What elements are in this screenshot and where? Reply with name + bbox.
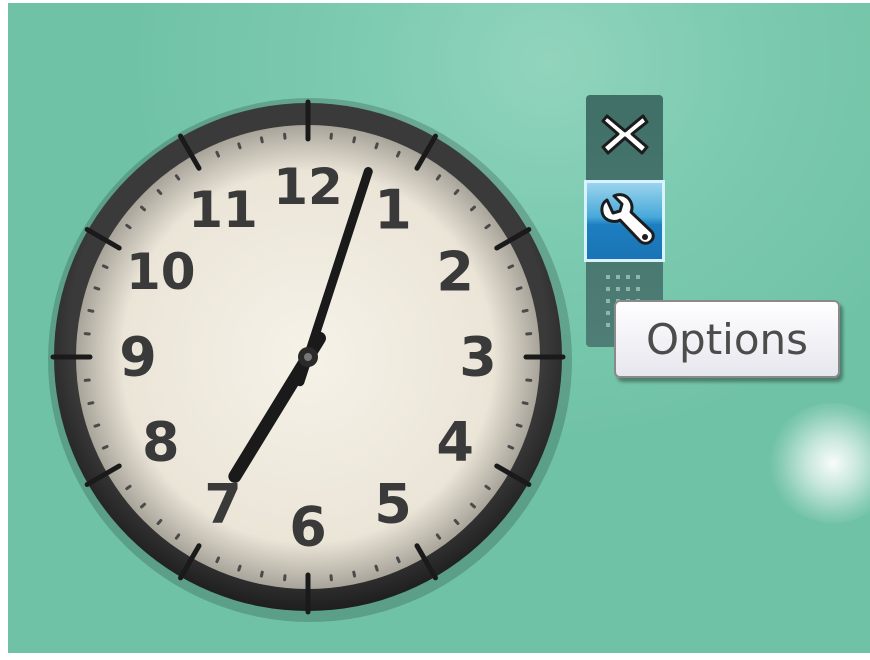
minute-tick: [156, 189, 163, 196]
minute-tick: [156, 518, 163, 525]
minute-tick: [125, 484, 132, 491]
drag-dot: [606, 275, 610, 279]
clock-numeral-1: 1: [374, 178, 412, 241]
minute-tick: [395, 556, 401, 564]
minute-tick: [435, 174, 442, 181]
clock-numeral-11: 11: [188, 181, 258, 239]
minute-tick: [101, 444, 109, 450]
minute-tick: [174, 174, 181, 181]
minute-tick: [453, 189, 460, 196]
clock-numeral-4: 4: [436, 411, 474, 474]
clock-numeral-10: 10: [126, 243, 196, 301]
minute-tick: [374, 564, 379, 572]
drag-dot: [606, 311, 610, 315]
minute-tick: [215, 556, 221, 564]
minute-tick: [93, 286, 101, 291]
tooltip-text: Options: [645, 314, 809, 364]
hand-pivot-center: [304, 353, 312, 361]
drag-dot: [616, 287, 620, 291]
minute-tick: [125, 223, 132, 230]
minute-tick: [87, 308, 95, 313]
minute-tick: [521, 308, 529, 313]
drag-dot: [636, 287, 640, 291]
minute-tick: [140, 502, 147, 509]
minute-tick: [453, 518, 460, 525]
drag-dot: [606, 299, 610, 303]
minute-tick: [515, 286, 523, 291]
minute-tick: [215, 150, 221, 158]
minute-tick: [87, 401, 95, 406]
drag-dot: [626, 287, 630, 291]
minute-tick: [237, 142, 242, 150]
minute-tick: [469, 205, 476, 212]
close-x-icon: [601, 114, 648, 155]
drag-dot: [616, 275, 620, 279]
minute-tick: [484, 223, 491, 230]
drag-dot: [606, 323, 610, 327]
minute-tick: [507, 444, 515, 450]
clock-numeral-3: 3: [459, 326, 497, 389]
minute-tick: [435, 533, 442, 540]
minute-tick: [507, 264, 515, 270]
minute-tick: [101, 264, 109, 270]
drag-dot: [606, 287, 610, 291]
drag-dot: [636, 275, 640, 279]
minute-tick: [374, 142, 379, 150]
minute-tick: [259, 570, 264, 578]
minute-tick: [469, 502, 476, 509]
minute-tick: [93, 423, 101, 428]
minute-tick: [140, 205, 147, 212]
minute-tick: [521, 401, 529, 406]
minute-tick: [259, 136, 264, 144]
options-tooltip: Options: [614, 300, 840, 378]
minute-tick: [352, 570, 357, 578]
clock-numeral-9: 9: [119, 326, 157, 389]
clock-numeral-6: 6: [289, 496, 327, 559]
clock-numeral-8: 8: [142, 411, 180, 474]
close-button[interactable]: [586, 95, 663, 173]
wrench-icon: [599, 193, 655, 245]
clock-numeral-12: 12: [273, 158, 343, 216]
clock-numeral-5: 5: [374, 473, 412, 536]
clock-numeral-2: 2: [436, 241, 474, 304]
minute-tick: [174, 533, 181, 540]
minute-tick: [395, 150, 401, 158]
minute-tick: [515, 423, 523, 428]
drag-dot: [626, 275, 630, 279]
minute-tick: [237, 564, 242, 572]
options-button[interactable]: [584, 180, 665, 262]
minute-tick: [484, 484, 491, 491]
minute-tick: [352, 136, 357, 144]
